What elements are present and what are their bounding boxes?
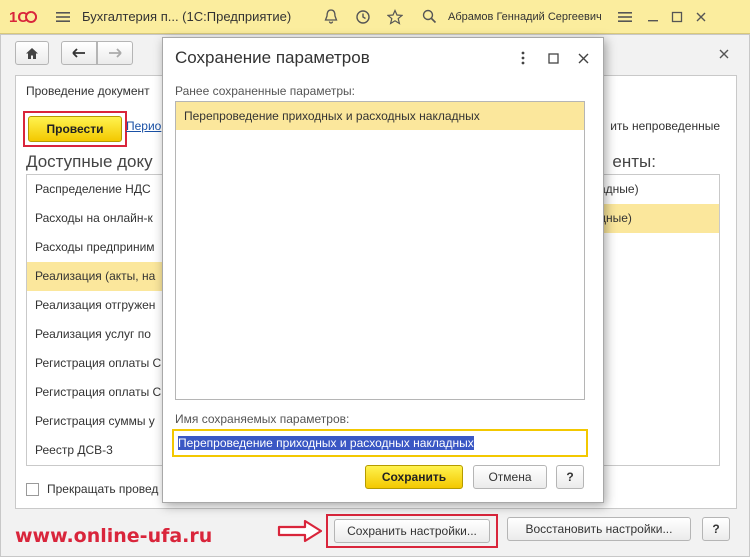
help-button[interactable]: ?	[702, 517, 730, 541]
selected-documents-title: енты:	[612, 152, 656, 171]
bell-icon[interactable]	[320, 6, 342, 28]
post-button[interactable]: Провести	[28, 116, 122, 142]
restore-settings-button[interactable]: Восстановить настройки...	[507, 517, 691, 541]
close-icon[interactable]	[690, 6, 712, 28]
app-titlebar: 1С Бухгалтерия п... (1С:Предприятие) Абр…	[0, 0, 750, 34]
minimize-icon[interactable]	[642, 6, 664, 28]
save-settings-button[interactable]: Сохранить настройки...	[334, 519, 490, 543]
list-item[interactable]: адные)	[587, 175, 719, 204]
home-button[interactable]	[15, 41, 49, 65]
checkbox[interactable]	[26, 482, 39, 496]
parameter-name-input[interactable]: Перепроведение приходных и расходных нак…	[172, 429, 588, 457]
menu-icon[interactable]	[52, 6, 74, 28]
history-icon[interactable]	[352, 6, 374, 28]
settings-menu-icon[interactable]	[614, 6, 636, 28]
saved-parameters-label: Ранее сохраненные параметры:	[175, 84, 355, 98]
maximize-icon[interactable]	[545, 50, 561, 66]
user-name[interactable]: Абрамов Геннадий Сергеевич	[448, 11, 612, 23]
post-button-highlight: Провести	[23, 111, 127, 147]
app-title: Бухгалтерия п... (1С:Предприятие)	[82, 9, 292, 24]
arrow-right-icon	[277, 519, 323, 543]
home-icon	[26, 47, 38, 59]
save-button[interactable]: Сохранить	[365, 465, 463, 489]
stop-on-error-label: Прекращать провед	[47, 482, 159, 496]
more-options-icon[interactable]	[515, 50, 531, 66]
stop-on-error-checkbox[interactable]: Прекращать провед	[26, 482, 158, 496]
window-close-icon[interactable]	[713, 43, 735, 65]
available-documents-title: Доступные доку	[26, 152, 153, 171]
saved-parameters-list[interactable]: Перепроведение приходных и расходных нак…	[175, 101, 585, 400]
watermark: www.online-ufa.ru	[15, 525, 213, 547]
list-item[interactable]: Перепроведение приходных и расходных нак…	[176, 102, 584, 130]
back-button[interactable]	[61, 41, 97, 65]
dialog-title: Сохранение параметров	[175, 48, 370, 67]
forward-button[interactable]	[97, 41, 133, 65]
period-link[interactable]: Перио	[126, 119, 161, 133]
save-parameters-dialog: Сохранение параметров Ранее сохраненные …	[162, 37, 604, 503]
unposted-option-label: ить непроведенные	[610, 119, 720, 133]
selected-documents-list[interactable]: адные) дные)	[586, 174, 720, 466]
arrow-left-icon	[72, 48, 85, 58]
list-item[interactable]: дные)	[587, 204, 719, 233]
parameter-name-value: Перепроведение приходных и расходных нак…	[178, 436, 474, 450]
1c-logo: 1С	[8, 7, 38, 27]
save-settings-highlight: Сохранить настройки...	[326, 514, 498, 548]
help-button[interactable]: ?	[556, 465, 584, 489]
arrow-right-icon	[109, 48, 122, 58]
parameter-name-label: Имя сохраняемых параметров:	[175, 412, 350, 426]
cancel-button[interactable]: Отмена	[473, 465, 547, 489]
form-tab-title[interactable]: Проведение документ	[26, 84, 150, 98]
close-icon[interactable]	[575, 50, 591, 66]
search-icon[interactable]	[418, 6, 440, 28]
maximize-icon[interactable]	[666, 6, 688, 28]
star-icon[interactable]	[384, 6, 406, 28]
